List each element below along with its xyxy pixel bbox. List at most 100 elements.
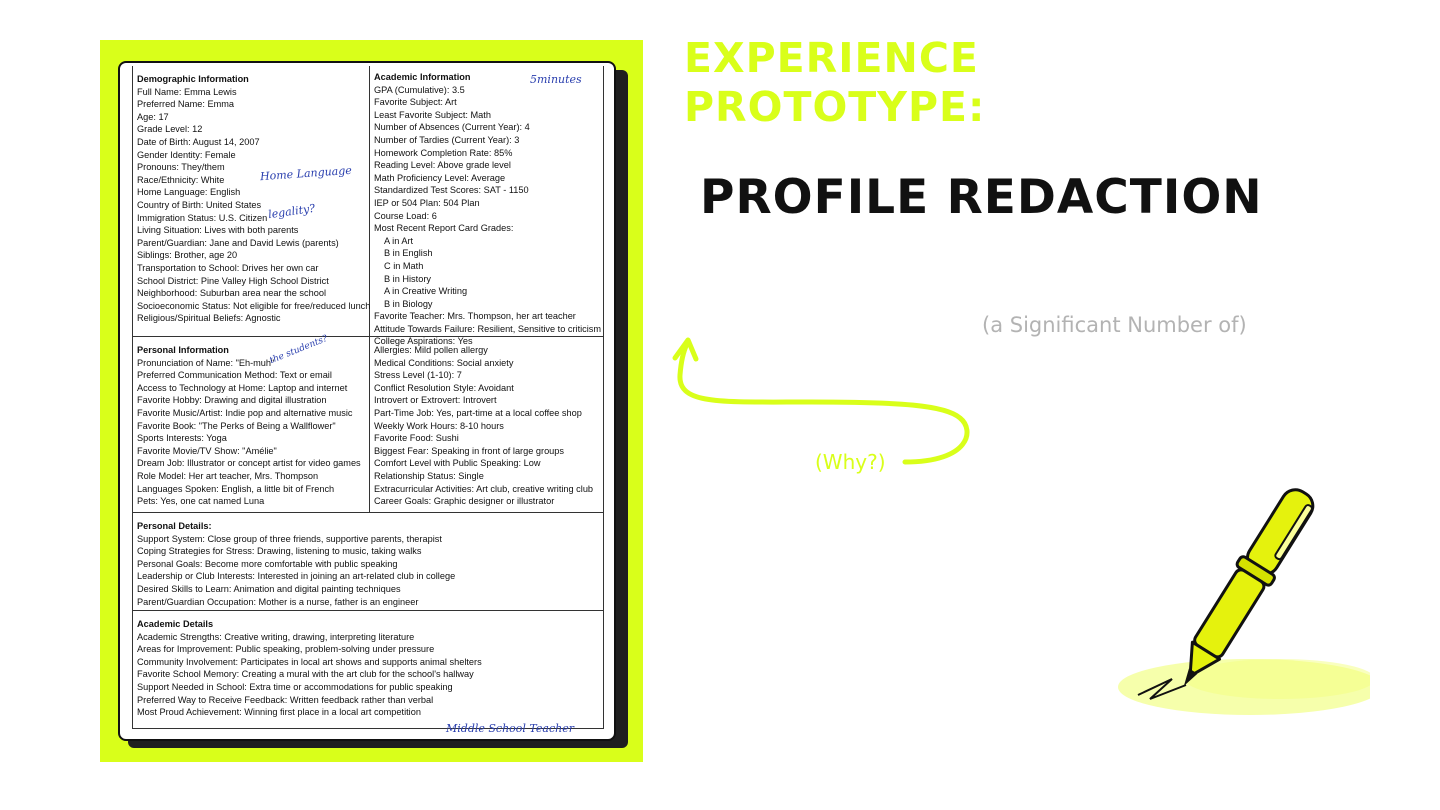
- profile-field: Preferred Communication Method: Text or …: [137, 370, 332, 381]
- profile-field: Sports Interests: Yoga: [137, 433, 227, 444]
- profile-field: Pets: Yes, one cat named Luna: [137, 496, 265, 507]
- profile-field: Least Favorite Subject: Math: [374, 109, 491, 120]
- section-personal-information: Personal Information Pronunciation of Na…: [133, 336, 603, 513]
- demographic-column: Demographic Information Full Name: Emma …: [137, 73, 370, 325]
- profile-field: Favorite School Memory: Creating a mural…: [137, 669, 474, 680]
- profile-field: Homework Completion Rate: 85%: [374, 147, 513, 158]
- profile-field: Number of Tardies (Current Year): 3: [374, 134, 520, 145]
- profile-field: Support System: Close group of three fri…: [137, 533, 442, 544]
- curved-arrow-icon: [672, 337, 970, 465]
- profile-field: Support Needed in School: Extra time or …: [137, 681, 453, 692]
- profile-field: Grade Level: 12: [137, 124, 203, 135]
- profile-field: IEP or 504 Plan: 504 Plan: [374, 197, 480, 208]
- handwritten-role-note: Middle School Teacher: [446, 722, 574, 735]
- profile-field: Leadership or Club Interests: Interested…: [137, 571, 456, 582]
- profile-field: Comfort Level with Public Speaking: Low: [374, 458, 541, 469]
- profile-field: Favorite Subject: Art: [374, 97, 457, 108]
- profile-field: Personal Goals: Become more comfortable …: [137, 558, 398, 569]
- experience-prototype-title: EXPERIENCE PROTOTYPE:: [684, 34, 985, 132]
- profile-field: Attitude Towards Failure: Resilient, Sen…: [374, 323, 602, 334]
- pen-icon: [1118, 488, 1370, 715]
- significant-number-subtitle: (a Significant Number of): [982, 313, 1247, 337]
- profile-field: Areas for Improvement: Public speaking, …: [137, 644, 435, 655]
- profile-field: Socioeconomic Status: Not eligible for f…: [137, 300, 371, 311]
- column-divider: [369, 337, 370, 513]
- profile-field: Parent/Guardian Occupation: Mother is a …: [137, 596, 419, 607]
- profile-field: C in Math: [384, 260, 424, 271]
- academic-info-column: Academic Information GPA (Cumulative): 3…: [374, 71, 601, 348]
- personal-details-column: Personal Details: Support System: Close …: [137, 520, 455, 608]
- profile-field: Conflict Resolution Style: Avoidant: [374, 382, 514, 393]
- profile-redaction-heading: PROFILE REDACTION: [700, 170, 1263, 225]
- section-personal-details: Personal Details: Support System: Close …: [133, 512, 603, 611]
- profile-field: Career Goals: Graphic designer or illust…: [374, 496, 555, 507]
- profile-field: Full Name: Emma Lewis: [137, 86, 237, 97]
- profile-field: Course Load: 6: [374, 210, 437, 221]
- profile-field: Standardized Test Scores: SAT - 1150: [374, 185, 529, 196]
- profile-field: Stress Level (1-10): 7: [374, 370, 462, 381]
- profile-field: Gender Identity: Female: [137, 149, 236, 160]
- profile-field: Allergies: Mild pollen allergy: [374, 345, 488, 355]
- section-academic-details: Academic Details Academic Strengths: Cre…: [133, 610, 603, 731]
- profile-field: A in Creative Writing: [384, 286, 468, 297]
- profile-field: B in History: [384, 273, 431, 284]
- demographic-title: Demographic Information: [137, 74, 249, 84]
- personal-details-title: Personal Details:: [137, 521, 212, 531]
- profile-field: Languages Spoken: English, a little bit …: [137, 483, 335, 494]
- profile-field: Most Proud Achievement: Winning first pl…: [137, 707, 421, 718]
- profile-field: Favorite Teacher: Mrs. Thompson, her art…: [374, 311, 576, 322]
- handwritten-time-note: 5minutes: [530, 73, 582, 86]
- profile-field: Introvert or Extrovert: Introvert: [374, 395, 497, 406]
- profile-field: Math Proficiency Level: Average: [374, 172, 506, 183]
- profile-field: Immigration Status: U.S. Citizen: [137, 212, 268, 223]
- profile-field: Academic Strengths: Creative writing, dr…: [137, 631, 415, 642]
- profile-field: B in Biology: [384, 298, 433, 309]
- profile-field: Transportation to School: Drives her own…: [137, 262, 319, 273]
- section-demographic-academic: Demographic Information Full Name: Emma …: [133, 66, 603, 346]
- profile-field: Siblings: Brother, age 20: [137, 250, 238, 261]
- academic-details-column: Academic Details Academic Strengths: Cre…: [137, 618, 482, 719]
- profile-field: Living Situation: Lives with both parent…: [137, 225, 299, 236]
- profile-field: Age: 17: [137, 111, 169, 122]
- profile-field: Favorite Food: Sushi: [374, 433, 459, 444]
- profile-field: Favorite Movie/TV Show: "Amélie": [137, 445, 277, 456]
- profile-field: Home Language: English: [137, 187, 241, 198]
- profile-field: Biggest Fear: Speaking in front of large…: [374, 445, 564, 456]
- profile-field: Number of Absences (Current Year): 4: [374, 122, 530, 133]
- profile-field: Coping Strategies for Stress: Drawing, l…: [137, 546, 422, 557]
- profile-field: Medical Conditions: Social anxiety: [374, 357, 514, 368]
- profile-field: Favorite Book: "The Perks of Being a Wal…: [137, 420, 336, 431]
- profile-field: Pronunciation of Name: "Eh-muh": [137, 357, 275, 368]
- profile-field: Date of Birth: August 14, 2007: [137, 136, 260, 147]
- profile-field: School District: Pine Valley High School…: [137, 275, 329, 286]
- profile-field: Favorite Hobby: Drawing and digital illu…: [137, 395, 327, 406]
- academic-details-title: Academic Details: [137, 619, 214, 629]
- profile-field: A in Art: [384, 235, 414, 246]
- profile-field: Part-Time Job: Yes, part-time at a local…: [374, 407, 582, 418]
- profile-field: B in English: [384, 248, 433, 259]
- profile-field: Preferred Name: Emma: [137, 99, 235, 110]
- profile-field: Weekly Work Hours: 8-10 hours: [374, 420, 504, 431]
- profile-field: Role Model: Her art teacher, Mrs. Thomps…: [137, 470, 319, 481]
- profile-field: Community Involvement: Participates in l…: [137, 656, 482, 667]
- profile-field: Parent/Guardian: Jane and David Lewis (p…: [137, 237, 339, 248]
- profile-field: Preferred Way to Receive Feedback: Writt…: [137, 694, 434, 705]
- profile-field: Extracurricular Activities: Art club, cr…: [374, 483, 594, 494]
- student-profile-document: Demographic Information Full Name: Emma …: [118, 61, 616, 741]
- title-line-1: EXPERIENCE: [684, 34, 979, 82]
- profile-field: Desired Skills to Learn: Animation and d…: [137, 583, 401, 594]
- title-line-2: PROTOTYPE:: [684, 83, 986, 131]
- personal-info-column: Personal Information Pronunciation of Na…: [137, 344, 361, 508]
- profile-field: Access to Technology at Home: Laptop and…: [137, 382, 348, 393]
- profile-field: Neighborhood: Suburban area near the sch…: [137, 288, 326, 299]
- profile-field: Favorite Music/Artist: Indie pop and alt…: [137, 407, 353, 418]
- personal-right-column: Allergies: Mild pollen allergy Medical Co…: [374, 344, 593, 508]
- profile-field: Dream Job: Illustrator or concept artist…: [137, 458, 361, 469]
- profile-field: Religious/Spiritual Beliefs: Agnostic: [137, 313, 281, 324]
- profile-field: Country of Birth: United States: [137, 199, 262, 210]
- personal-info-title: Personal Information: [137, 345, 229, 355]
- profile-table: Demographic Information Full Name: Emma …: [132, 66, 604, 729]
- profile-field: Relationship Status: Single: [374, 470, 484, 481]
- profile-field: Most Recent Report Card Grades:: [374, 223, 514, 234]
- profile-field: Reading Level: Above grade level: [374, 160, 511, 171]
